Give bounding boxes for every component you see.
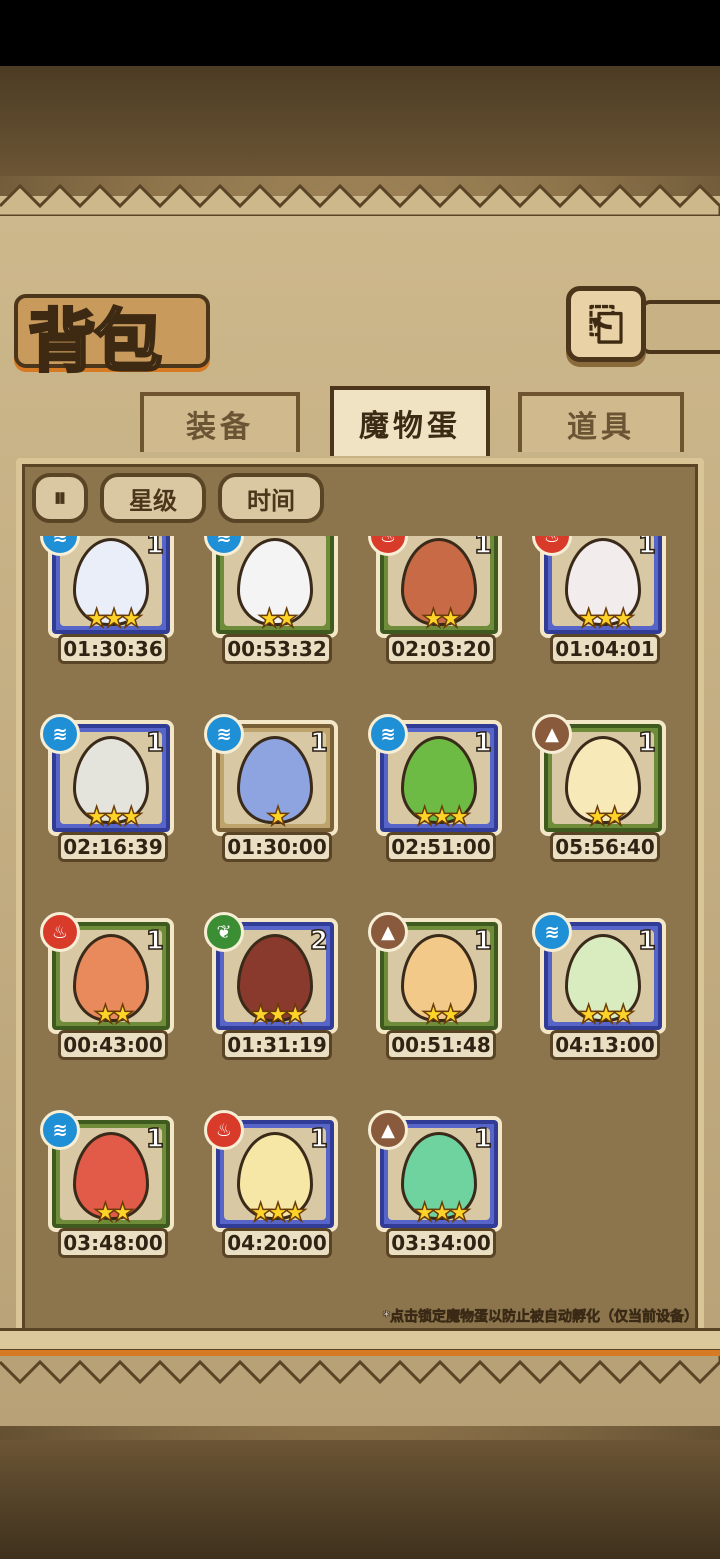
hatch-timer: 03:48:00 (58, 1228, 168, 1258)
star-rating: ★★★ (576, 999, 635, 1031)
hatch-timer: 01:30:00 (222, 832, 332, 862)
hatch-timer: 00:43:00 (58, 1030, 168, 1060)
star-rating: ★★ (585, 801, 627, 833)
tab-monster-eggs[interactable]: 魔物蛋 (330, 386, 490, 456)
egg-slot[interactable]: 1 ★★★ ≋ 02:16:39 (40, 714, 180, 865)
sort-by-star-button[interactable]: 星级 (100, 473, 206, 523)
back-button-rail (640, 300, 720, 354)
earth-element-icon: ▲ (532, 714, 572, 754)
egg-slot[interactable]: 1 ★★★ ♨ 01:04:01 (532, 536, 672, 667)
star-rating: ★★ (93, 1197, 135, 1229)
hatch-timer: 00:53:32 (222, 634, 332, 664)
water-element-icon: ≋ (40, 714, 80, 754)
hatch-timer: 04:20:00 (222, 1228, 332, 1258)
sort-by-time-button[interactable]: 时间 (218, 473, 324, 523)
egg-slot[interactable]: 1 ★★★ ≋ 02:51:00 (368, 714, 508, 865)
back-arrow-icon: ⎗ (588, 298, 624, 350)
egg-slot[interactable]: 1 ★★ ♨ 02:03:20 (368, 536, 508, 667)
hatch-timer: 00:51:48 (386, 1030, 496, 1060)
hatch-timer: 02:03:20 (386, 634, 496, 664)
egg-count: 1 (473, 925, 493, 957)
egg-slot[interactable]: 1 ★★ ♨ 00:43:00 (40, 912, 180, 1063)
star-rating: ★ (266, 801, 291, 833)
hatch-timer: 02:51:00 (386, 832, 496, 862)
egg-slot[interactable]: 2 ★★★ ❦ 01:31:19 (204, 912, 344, 1063)
tab-equipment-label: 装备 (186, 410, 254, 445)
egg-count: 2 (309, 925, 329, 957)
hatch-timer: 01:30:36 (58, 634, 168, 664)
panel-top-zigzag (0, 183, 720, 216)
egg-slot[interactable]: 1 ★ ≋ 01:30:00 (204, 714, 344, 865)
egg-slot[interactable]: ★★ ≋ 00:53:32 (204, 536, 344, 667)
egg-count: 1 (145, 1123, 165, 1155)
star-rating: ★★★ (248, 1197, 307, 1229)
hatch-timer: 01:31:19 (222, 1030, 332, 1060)
water-element-icon: ≋ (40, 1110, 80, 1150)
panel-bottom-rail (0, 1328, 720, 1352)
egg-count: 1 (473, 1123, 493, 1155)
egg-slot[interactable]: 1 ★★★ ≋ 04:13:00 (532, 912, 672, 1063)
star-rating: ★★ (421, 603, 463, 635)
earth-element-icon: ▲ (368, 1110, 408, 1150)
tab-equipment[interactable]: 装备 (140, 392, 300, 452)
grass-element-icon: ❦ (204, 912, 244, 952)
star-rating: ★★★ (84, 603, 143, 635)
egg-grid[interactable]: 1 ★★★ ≋ 01:30:36 ★★ ≋ 00:53:32 1 ★★ ♨ 02:03:20 1 ★★★… (30, 536, 690, 1296)
egg-count: 1 (145, 925, 165, 957)
egg-count: 1 (145, 727, 165, 759)
egg-slot[interactable]: 1 ★★ ▲ 00:51:48 (368, 912, 508, 1063)
panel-bottom-trim (0, 1350, 720, 1356)
star-rating: ★★★ (412, 1197, 471, 1229)
egg-slot[interactable]: 1 ★★★ ▲ 03:34:00 (368, 1110, 508, 1261)
star-rating: ★★ (93, 999, 135, 1031)
egg-count: 1 (637, 536, 657, 561)
water-element-icon: ≋ (532, 912, 572, 952)
water-element-icon: ≋ (368, 714, 408, 754)
egg-slot[interactable]: 1 ★★★ ≋ 01:30:36 (40, 536, 180, 667)
egg-slot[interactable]: 1 ★★ ▲ 05:56:40 (532, 714, 672, 865)
background-bottom-strip (0, 1440, 720, 1559)
egg-count: 1 (145, 536, 165, 561)
water-element-icon: ≋ (204, 714, 244, 754)
panel-bottom-zigzag (0, 1352, 720, 1385)
hatch-timer: 04:13:00 (550, 1030, 660, 1060)
page-title: 背包 (26, 301, 163, 384)
back-button[interactable]: ⎗ (566, 286, 646, 362)
egg-count: 1 (637, 925, 657, 957)
star-rating: ★★ (421, 999, 463, 1031)
lock-hint-text: *点击锁定魔物蛋以防止被自动孵化（仅当前设备） (382, 1309, 698, 1326)
star-rating: ★★ (257, 603, 299, 635)
hatch-timer: 01:04:01 (550, 634, 660, 664)
status-bar (0, 0, 720, 66)
egg-count: 1 (473, 536, 493, 561)
star-rating: ★★★ (84, 801, 143, 833)
star-rating: ★★★ (576, 603, 635, 635)
earth-element-icon: ▲ (368, 912, 408, 952)
egg-slot[interactable]: 1 ★★ ≋ 03:48:00 (40, 1110, 180, 1261)
egg-count: 1 (309, 1123, 329, 1155)
egg-count: 1 (473, 727, 493, 759)
pause-icon: ⏸ (53, 482, 67, 513)
hatch-timer: 03:34:00 (386, 1228, 496, 1258)
fire-element-icon: ♨ (204, 1110, 244, 1150)
tab-items[interactable]: 道具 (518, 392, 684, 452)
egg-count: 1 (309, 727, 329, 759)
tab-items-label: 道具 (567, 410, 635, 445)
hatch-timer: 05:56:40 (550, 832, 660, 862)
background-top-strip (0, 66, 720, 176)
egg-slot[interactable]: 1 ★★★ ♨ 04:20:00 (204, 1110, 344, 1261)
egg-count: 1 (637, 727, 657, 759)
hatch-timer: 02:16:39 (58, 832, 168, 862)
star-rating: ★★★ (412, 801, 471, 833)
fire-element-icon: ♨ (40, 912, 80, 952)
star-rating: ★★★ (248, 999, 307, 1031)
tab-monster-eggs-label: 魔物蛋 (359, 409, 461, 444)
sort-toggle-button[interactable]: ⏸ (32, 473, 88, 523)
